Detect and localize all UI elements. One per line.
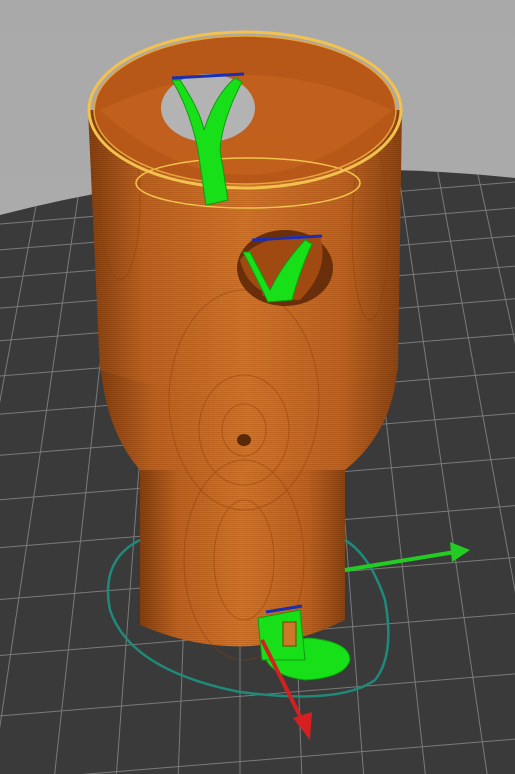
support-bottom-tower bbox=[257, 609, 306, 661]
3d-viewport[interactable] bbox=[0, 0, 515, 774]
small-hole bbox=[237, 434, 251, 446]
scene-canvas[interactable] bbox=[0, 0, 515, 774]
